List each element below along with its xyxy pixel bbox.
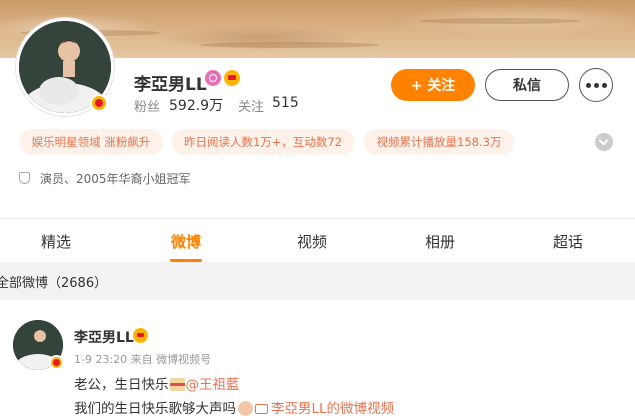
fans-count[interactable]: 592.9万 — [169, 95, 223, 115]
tag-video-plays[interactable]: 视频累计播放量158.3万 — [364, 129, 514, 155]
active-tab-indicator — [170, 259, 202, 262]
chevron-down-icon[interactable] — [595, 133, 613, 151]
post-text: 我们的生日快乐歌够大声吗 — [74, 401, 236, 417]
fans-label: 粉丝 — [134, 100, 161, 115]
more-dot-icon — [593, 82, 599, 88]
post-text-line2: 我们的生日快乐歌够大声吗 李亞男LL的微博视频 — [74, 397, 394, 417]
message-button[interactable]: 私信 — [485, 69, 569, 101]
post-card: 李亞男LL 1-9 23:20 来自 微博视频号 老公，生日快乐 @王祖藍 我们的… — [0, 300, 635, 420]
shield-icon — [19, 172, 30, 184]
cake-icon — [169, 378, 185, 391]
profile-name: 李亞男LL — [134, 75, 207, 95]
search-badge-icon[interactable] — [205, 70, 221, 86]
post-meta: 1-9 23:20 来自 微博视频号 — [74, 353, 212, 366]
crown-badge-icon[interactable] — [224, 70, 240, 86]
post-author[interactable]: 李亞男LL — [74, 327, 134, 347]
video-link-label: 李亞男LL的微博视频 — [271, 401, 395, 417]
verified-badge-icon — [49, 355, 64, 370]
video-icon — [255, 404, 268, 414]
tab-video[interactable]: 视频 — [276, 219, 348, 263]
more-options-button[interactable] — [579, 68, 613, 102]
tab-featured[interactable]: 精选 — [20, 219, 92, 263]
profile-page: 李亞男LL 粉丝 592.9万 关注 515 + 关注 私信 娱乐明星领域 涨粉… — [0, 0, 635, 420]
tab-weibo[interactable]: 微博 — [150, 219, 222, 263]
post-text-line1: 老公，生日快乐 @王祖藍 — [74, 373, 240, 393]
tab-album[interactable]: 相册 — [404, 219, 476, 263]
emoji-face-icon — [238, 401, 253, 416]
profile-bio: 演员、2005年华裔小姐冠军 — [40, 172, 191, 186]
tag-reads[interactable]: 昨日阅读人数1万+，互动数72 — [172, 129, 354, 155]
more-dot-icon — [601, 82, 607, 88]
tag-fans-growth[interactable]: 娱乐明星领域 涨粉飙升 — [19, 129, 163, 155]
post-text: 老公，生日快乐 — [74, 377, 169, 393]
mention-link[interactable]: @王祖藍 — [186, 377, 240, 393]
video-link[interactable]: 李亞男LL的微博视频 — [255, 401, 394, 417]
profile-tabs: 精选 微博 视频 相册 超话 — [0, 218, 635, 262]
following-label: 关注 — [238, 100, 265, 115]
all-posts-count[interactable]: 全部微博（2686） — [0, 272, 107, 291]
following-count[interactable]: 515 — [272, 95, 299, 111]
verified-badge-icon — [90, 94, 108, 112]
crown-badge-icon[interactable] — [133, 328, 148, 343]
follow-button[interactable]: + 关注 — [391, 69, 475, 101]
more-dot-icon — [585, 82, 591, 88]
tab-supertopic[interactable]: 超话 — [532, 219, 604, 263]
